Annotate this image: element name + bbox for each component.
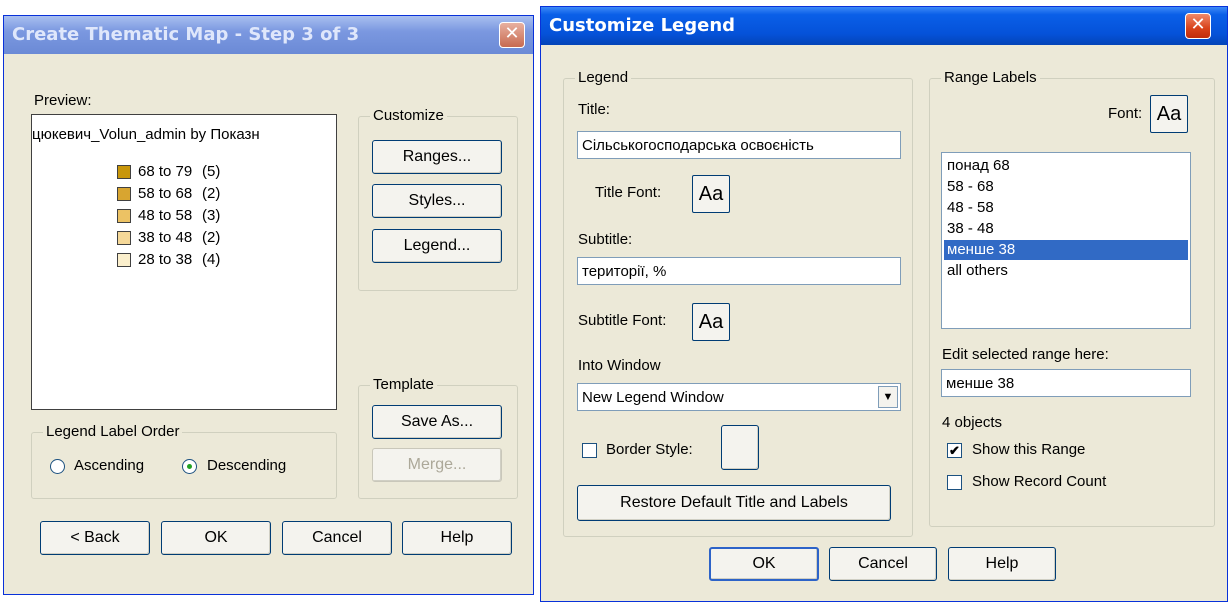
back-button[interactable]: < Back: [40, 521, 150, 555]
wizard-cancel-button[interactable]: Cancel: [282, 521, 392, 555]
title-font-button[interactable]: Aa: [692, 175, 730, 213]
wizard-title-bar[interactable]: Create Thematic Map - Step 3 of 3: [4, 16, 533, 54]
styles-button[interactable]: Styles...: [372, 184, 502, 218]
show-record-count-label[interactable]: Show Record Count: [972, 473, 1106, 490]
legend-row-label: 58 to 68: [138, 185, 193, 202]
dropdown-arrow-icon[interactable]: ▼: [878, 386, 898, 408]
preview-label: Preview:: [34, 92, 92, 109]
range-font-button[interactable]: Aa: [1150, 95, 1188, 133]
show-range-checkbox[interactable]: ✔: [947, 443, 962, 458]
edit-range-input[interactable]: менше 38: [941, 369, 1191, 397]
subtitle-input[interactable]: території, %: [577, 257, 901, 285]
legend-row-count: (2): [202, 185, 221, 202]
ascending-label[interactable]: Ascending: [74, 457, 144, 474]
ranges-button[interactable]: Ranges...: [372, 140, 502, 174]
legend-swatch: [117, 165, 131, 179]
wizard-close-icon[interactable]: ✕: [499, 22, 525, 48]
range-font-label: Font:: [1108, 105, 1143, 122]
into-window-value: New Legend Window: [582, 388, 724, 406]
title-font-label: Title Font:: [595, 184, 662, 201]
border-style-checkbox[interactable]: [582, 443, 597, 458]
legend-group-title: Legend: [575, 69, 632, 86]
legend-row-label: 28 to 38: [138, 251, 193, 268]
restore-defaults-button[interactable]: Restore Default Title and Labels: [577, 485, 891, 521]
legend-dialog-title-bar[interactable]: Customize Legend: [541, 7, 1227, 45]
preview-panel: цюкевич_Volun_admin by Показн 68 to 79 (5…: [31, 114, 337, 410]
legend-button[interactable]: Legend...: [372, 229, 502, 263]
thematic-map-wizard-window: Create Thematic Map - Step 3 of 3 ✕ Prev…: [3, 15, 534, 595]
save-as-button[interactable]: Save As...: [372, 405, 502, 439]
legend-help-button[interactable]: Help: [948, 547, 1056, 581]
range-list-item[interactable]: 58 - 68: [944, 177, 1188, 197]
legend-label-order-title: Legend Label Order: [43, 423, 183, 440]
range-list-item[interactable]: менше 38: [944, 240, 1188, 260]
descending-radio[interactable]: [182, 459, 197, 474]
legend-dialog-title: Customize Legend: [549, 15, 736, 36]
legend-ok-button[interactable]: OK: [709, 547, 819, 581]
legend-row-count: (3): [202, 207, 221, 224]
legend-row-label: 68 to 79: [138, 163, 193, 180]
legend-row-count: (5): [202, 163, 221, 180]
legend-row-count: (4): [202, 251, 221, 268]
legend-row-count: (2): [202, 229, 221, 246]
range-labels-group-title: Range Labels: [941, 69, 1040, 86]
preview-legend-title: цюкевич_Volun_admin by Показн: [32, 126, 260, 143]
wizard-help-button[interactable]: Help: [402, 521, 512, 555]
objects-count: 4 objects: [942, 414, 1003, 431]
edit-range-label: Edit selected range here:: [942, 346, 1109, 363]
ascending-radio[interactable]: [50, 459, 65, 474]
legend-cancel-button[interactable]: Cancel: [829, 547, 937, 581]
border-style-label: Border Style:: [606, 441, 693, 458]
subtitle-font-button[interactable]: Aa: [692, 303, 730, 341]
legend-dialog-close-icon[interactable]: ✕: [1185, 13, 1211, 39]
template-group-title: Template: [370, 376, 437, 393]
legend-row-label: 38 to 48: [138, 229, 193, 246]
show-range-label[interactable]: Show this Range: [972, 441, 1085, 458]
show-record-count-checkbox[interactable]: [947, 475, 962, 490]
wizard-ok-button[interactable]: OK: [161, 521, 271, 555]
legend-swatch: [117, 231, 131, 245]
descending-label[interactable]: Descending: [207, 457, 286, 474]
legend-row-label: 48 to 58: [138, 207, 193, 224]
range-list-item[interactable]: понад 68: [944, 156, 1188, 176]
subtitle-label: Subtitle:: [578, 231, 633, 248]
descending-radio-dot: [187, 464, 192, 469]
title-label: Title:: [578, 101, 610, 118]
wizard-title: Create Thematic Map - Step 3 of 3: [12, 24, 360, 45]
subtitle-font-label: Subtitle Font:: [578, 312, 667, 329]
into-window-label: Into Window: [578, 357, 661, 374]
legend-swatch: [117, 253, 131, 267]
customize-legend-dialog: Customize Legend ✕ Legend Title: Сільськ…: [540, 6, 1228, 602]
title-input[interactable]: Сільськогосподарська освоєність: [577, 131, 901, 159]
range-list-item[interactable]: all others: [944, 261, 1188, 281]
border-style-button[interactable]: [721, 425, 759, 470]
range-list-item[interactable]: 38 - 48: [944, 219, 1188, 239]
merge-button[interactable]: Merge...: [372, 448, 502, 482]
range-labels-list[interactable]: понад 68 58 - 68 48 - 58 38 - 48 менше 38 all…: [941, 152, 1191, 329]
customize-group-title: Customize: [370, 107, 447, 124]
legend-swatch: [117, 187, 131, 201]
legend-swatch: [117, 209, 131, 223]
into-window-select[interactable]: New Legend Window ▼: [577, 383, 901, 411]
range-list-item[interactable]: 48 - 58: [944, 198, 1188, 218]
